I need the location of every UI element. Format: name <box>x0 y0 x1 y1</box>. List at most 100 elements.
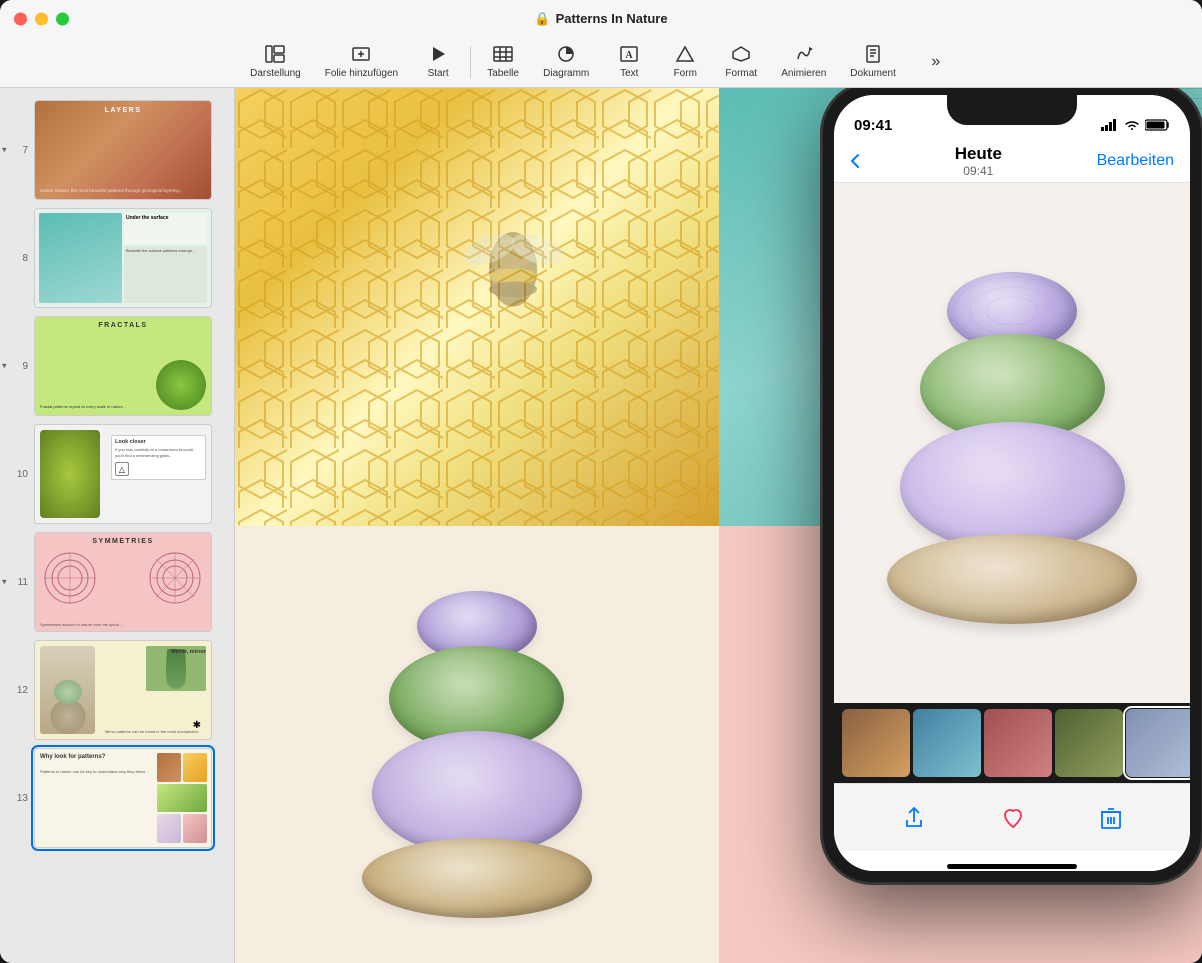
toolbar-item-tabelle[interactable]: Tabelle <box>477 41 529 83</box>
slide-label-8-1: Under the surface <box>124 213 207 244</box>
close-button[interactable] <box>14 12 27 25</box>
toolbar-item-folie[interactable]: Folie hinzufügen <box>315 41 408 83</box>
minimize-button[interactable] <box>35 12 48 25</box>
slide-thumb-13[interactable]: Why look for patterns? Patterns in natur… <box>34 748 212 848</box>
phone-overlay: 09:41 <box>822 88 1202 903</box>
diagramm-label: Diagramm <box>543 68 589 79</box>
folie-label: Folie hinzufügen <box>325 68 398 79</box>
phone-thumb-2[interactable] <box>913 709 981 777</box>
slide-number-9: 9 <box>8 361 28 372</box>
slide-thumb-8[interactable]: Under the surface Beneath the surface pa… <box>34 208 212 308</box>
home-bar <box>947 864 1077 869</box>
phone-thumb-1[interactable] <box>842 709 910 777</box>
start-icon <box>429 45 447 66</box>
phone-nav: Heute 09:41 Bearbeiten <box>834 139 1190 183</box>
maximize-button[interactable] <box>56 12 69 25</box>
phone-action-bar <box>834 783 1190 851</box>
phone-nav-title-sub: 09:41 <box>955 164 1002 178</box>
slide-label-11: SYMMETRIES <box>92 538 153 545</box>
signal-icon <box>1101 119 1119 131</box>
delete-button[interactable] <box>1100 806 1122 830</box>
slide-thumb-12[interactable]: Mirror, mirror Mirror patterns can be fo… <box>34 640 212 740</box>
phone-thumbnail-strip <box>834 703 1190 783</box>
slide-thumb-9[interactable]: FRACTALS Fractal patterns repeat at ever… <box>34 316 212 416</box>
text-icon: A <box>619 45 639 66</box>
lock-icon: 🔒 <box>534 11 550 27</box>
slide-item-8[interactable]: 8 Under the surface Beneath the surface … <box>0 204 234 312</box>
slide-number-7: 7 <box>8 145 28 156</box>
slide-item-13[interactable]: 13 Why look for patterns? Patterns in na… <box>0 744 234 852</box>
toolbar-item-dokument[interactable]: Dokument <box>840 41 906 83</box>
like-button[interactable] <box>1001 806 1025 830</box>
bearbeiten-button[interactable]: Bearbeiten <box>1097 152 1174 170</box>
phone-status-icons <box>1101 119 1170 131</box>
slide-thumb-10[interactable]: Look closer If you look carefully at a r… <box>34 424 212 524</box>
slide-item-7[interactable]: ▾ 7 LAYERS Nature creates the most beaut… <box>0 96 234 204</box>
text-label: Text <box>620 68 638 79</box>
phone-thumb-3[interactable] <box>984 709 1052 777</box>
back-button[interactable] <box>850 153 860 169</box>
canvas-area: 09:41 <box>235 88 1202 963</box>
phone-thumb-5-selected[interactable] <box>1126 709 1190 777</box>
slide-item-11[interactable]: ▾ 11 SYMMETRIES Symmetries abound in nat… <box>0 528 234 636</box>
slide-item-12[interactable]: 12 Mirror, mirror Mirror patterns can be… <box>0 636 234 744</box>
form-icon <box>675 45 695 66</box>
tabelle-label: Tabelle <box>487 68 519 79</box>
collapse-arrow-11[interactable]: ▾ <box>2 577 7 588</box>
form-label: Form <box>674 68 697 79</box>
dokument-icon <box>863 45 883 66</box>
toolbar: Darstellung Folie hinzufügen <box>224 38 978 87</box>
battery-icon <box>1145 119 1170 131</box>
slide-number-8: 8 <box>8 253 28 264</box>
slide-label-7: LAYERS <box>105 107 142 114</box>
slide-number-13: 13 <box>8 793 28 804</box>
wifi-icon <box>1124 119 1140 131</box>
darstellung-icon <box>265 45 285 66</box>
folie-icon <box>351 45 371 66</box>
share-button[interactable] <box>902 806 926 830</box>
slide-label-13: Why look for patterns? <box>40 753 156 761</box>
slide-panel: ▾ 7 LAYERS Nature creates the most beaut… <box>0 88 235 963</box>
phone-thumb-4[interactable] <box>1055 709 1123 777</box>
phone-frame: 09:41 <box>822 88 1202 883</box>
slide-thumb-7[interactable]: LAYERS Nature creates the most beautiful… <box>34 100 212 200</box>
back-chevron-icon <box>850 153 860 169</box>
window-title: 🔒 Patterns In Nature <box>534 11 667 27</box>
slide-number-11: 11 <box>8 577 28 588</box>
phone-screen: 09:41 <box>834 95 1190 871</box>
collapse-arrow-7[interactable]: ▾ <box>2 145 7 156</box>
format-label: Format <box>725 68 757 79</box>
darstellung-label: Darstellung <box>250 68 301 79</box>
main-area: ▾ 7 LAYERS Nature creates the most beaut… <box>0 88 1202 963</box>
slide-item-10[interactable]: 10 Look closer If you look carefully at … <box>0 420 234 528</box>
collapse-arrow-9[interactable]: ▾ <box>2 361 7 372</box>
slide-number-10: 10 <box>8 469 28 480</box>
format-icon <box>731 45 751 66</box>
start-label: Start <box>428 68 449 79</box>
slide-item-9[interactable]: ▾ 9 FRACTALS Fractal patterns repeat at … <box>0 312 234 420</box>
toolbar-item-more[interactable]: » <box>910 50 962 74</box>
phone-nav-title-main: Heute <box>955 144 1002 164</box>
title-row: 🔒 Patterns In Nature <box>0 0 1202 38</box>
mac-window: 🔒 Patterns In Nature Darstellung <box>0 0 1202 963</box>
phone-main-image <box>834 183 1190 703</box>
toolbar-item-format[interactable]: Format <box>715 41 767 83</box>
toolbar-item-start[interactable]: Start <box>412 41 464 83</box>
diagramm-icon <box>556 45 576 66</box>
toolbar-item-text[interactable]: A Text <box>603 41 655 83</box>
quad-honeybee <box>235 88 719 526</box>
tabelle-icon <box>493 45 513 66</box>
more-icon: » <box>931 54 940 70</box>
toolbar-item-animieren[interactable]: Animieren <box>771 41 836 83</box>
toolbar-item-darstellung[interactable]: Darstellung <box>240 41 311 83</box>
phone-notch <box>947 95 1077 125</box>
animieren-label: Animieren <box>781 68 826 79</box>
toolbar-item-diagramm[interactable]: Diagramm <box>533 41 599 83</box>
slide-thumb-11[interactable]: SYMMETRIES Symmetries abound in nature f… <box>34 532 212 632</box>
toolbar-item-form[interactable]: Form <box>659 41 711 83</box>
phone-time: 09:41 <box>854 117 892 134</box>
slide-label-12: Mirror, mirror <box>171 649 206 655</box>
animieren-icon <box>794 45 814 66</box>
window-controls <box>14 12 69 25</box>
slide-label-8-2: Beneath the surface patterns emerge... <box>124 246 207 303</box>
